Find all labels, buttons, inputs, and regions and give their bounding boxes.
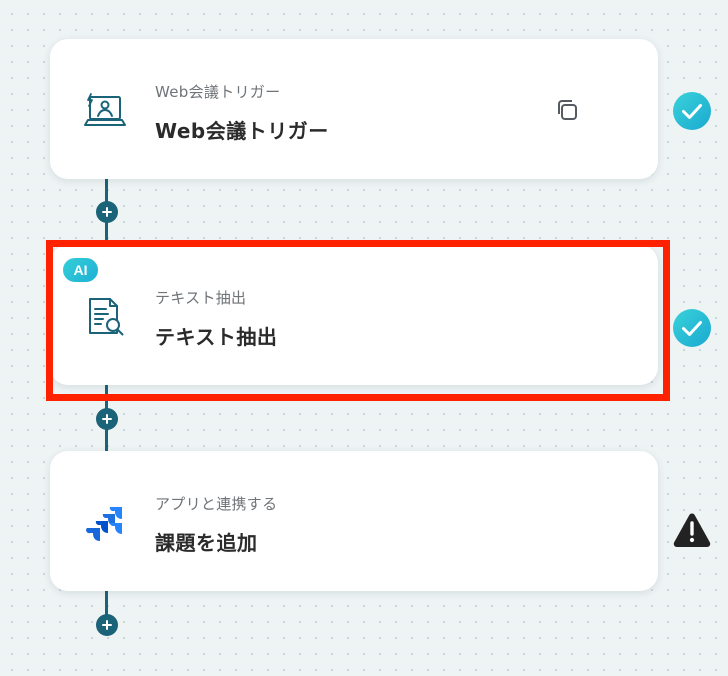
plus-icon xyxy=(102,620,112,630)
web-meeting-trigger-icon xyxy=(82,89,128,135)
ai-badge: AI xyxy=(63,258,98,282)
flow-step-card-text-extraction[interactable]: テキスト抽出 テキスト抽出 xyxy=(50,245,658,385)
document-search-icon xyxy=(82,295,128,341)
success-check-icon xyxy=(672,308,712,348)
plus-icon xyxy=(102,207,112,217)
step-title: Web会議トリガー xyxy=(155,119,329,143)
step-app-name: テキスト抽出 xyxy=(155,289,247,307)
step-app-name: Web会議トリガー xyxy=(155,83,281,101)
jira-icon xyxy=(82,501,128,547)
warning-icon xyxy=(672,510,712,550)
flow-step-card-add-issue[interactable]: アプリと連携する 課題を追加 xyxy=(50,451,658,591)
plus-icon xyxy=(102,414,112,424)
add-step-button-2[interactable] xyxy=(96,408,118,430)
step-title: 課題を追加 xyxy=(155,531,258,555)
step-title: テキスト抽出 xyxy=(155,325,278,349)
step-app-name: アプリと連携する xyxy=(155,495,278,513)
success-check-icon xyxy=(672,91,712,131)
copy-icon[interactable] xyxy=(554,97,580,123)
flow-step-card-web-meeting-trigger[interactable]: Web会議トリガー Web会議トリガー xyxy=(50,39,658,179)
add-step-button-3[interactable] xyxy=(96,614,118,636)
add-step-button-1[interactable] xyxy=(96,201,118,223)
